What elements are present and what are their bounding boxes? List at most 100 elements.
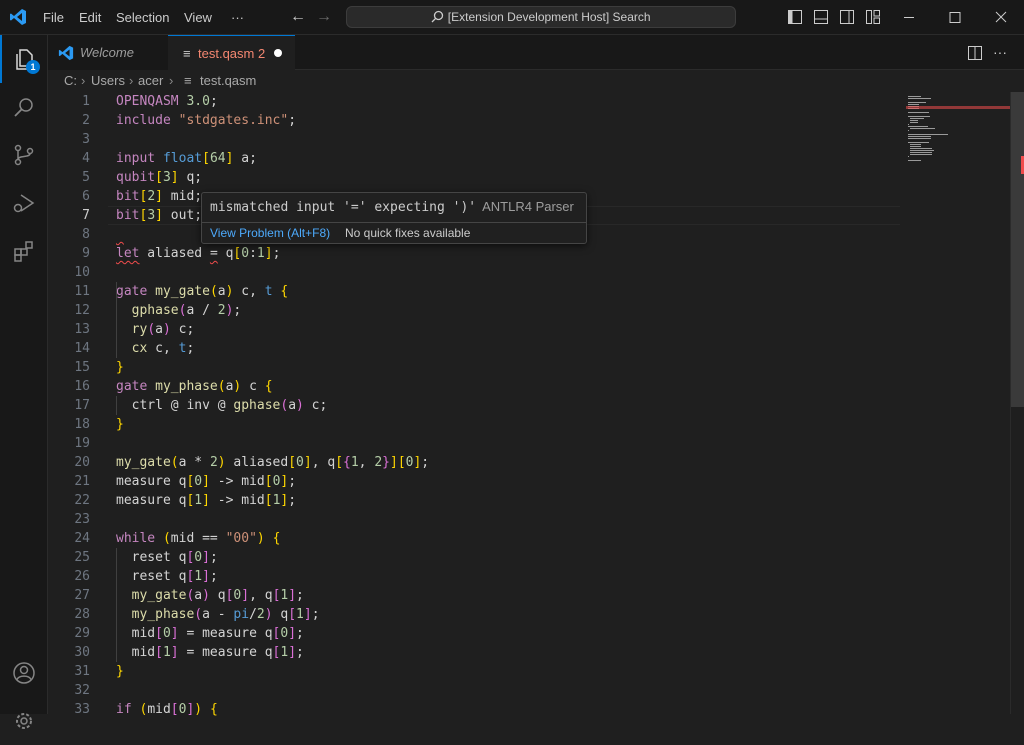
view-problem-link[interactable]: View Problem (Alt+F8) bbox=[210, 226, 330, 240]
code-line[interactable]: 22 measure q[1] -> mid[1]; bbox=[48, 491, 908, 510]
line-content: while (mid == "00") { bbox=[116, 529, 280, 548]
back-arrow-icon[interactable]: ← bbox=[290, 8, 306, 26]
toggle-secondary-sidebar-icon[interactable] bbox=[840, 10, 854, 24]
code-line[interactable]: 26 reset q[1]; bbox=[48, 567, 908, 586]
code-token: ; bbox=[209, 94, 218, 109]
command-center-search[interactable]: [Extension Development Host] Search bbox=[346, 6, 736, 28]
code-token: 2 bbox=[256, 607, 265, 622]
close-window-icon[interactable] bbox=[978, 0, 1024, 35]
hover-message: mismatched input '=' expecting ')' ANTLR4… bbox=[210, 199, 574, 215]
line-number: 16 bbox=[74, 379, 90, 394]
code-line[interactable]: 14 cx c, t; bbox=[48, 339, 908, 358]
breadcrumb-acer[interactable]: acer bbox=[138, 70, 163, 92]
code-line[interactable]: 1 OPENQASM 3.0; bbox=[48, 92, 908, 111]
minimap-line bbox=[908, 136, 931, 137]
code-line[interactable]: 15} bbox=[48, 358, 908, 377]
code-line[interactable]: 23 bbox=[48, 510, 908, 529]
menu-file[interactable]: File bbox=[43, 0, 64, 35]
code-line[interactable]: 21 measure q[0] -> mid[0]; bbox=[48, 472, 908, 491]
code-line[interactable]: 18} bbox=[48, 415, 908, 434]
code-line[interactable]: 3 bbox=[48, 130, 908, 149]
toggle-primary-sidebar-icon[interactable] bbox=[788, 10, 802, 24]
breadcrumb-drive[interactable]: C: bbox=[64, 70, 77, 92]
run-debug-view[interactable] bbox=[0, 179, 48, 227]
code-token: 3 bbox=[162, 170, 171, 185]
code-token: ] bbox=[202, 493, 210, 508]
more-actions-icon[interactable]: ··· bbox=[993, 35, 1007, 70]
code-line[interactable]: 2 include "stdgates.inc"; bbox=[48, 111, 908, 130]
breadcrumb-file[interactable]: test.qasm bbox=[200, 70, 256, 92]
minimap-line bbox=[908, 104, 919, 105]
forward-arrow-icon[interactable]: → bbox=[316, 8, 332, 26]
maximize-icon[interactable] bbox=[932, 0, 978, 35]
extensions-view[interactable] bbox=[0, 227, 48, 275]
menu-selection[interactable]: Selection bbox=[116, 0, 169, 35]
code-line[interactable]: 25 reset q[0]; bbox=[48, 548, 908, 567]
customize-layout-icon[interactable] bbox=[866, 10, 880, 24]
source-control-view[interactable] bbox=[0, 131, 48, 179]
line-content: my_gate(a * 2) aliased[0], q[{1, 2}][0]; bbox=[116, 453, 429, 472]
menu-edit[interactable]: Edit bbox=[79, 0, 101, 35]
code-line[interactable]: 9 let aliased = q[0:1]; bbox=[48, 244, 908, 263]
code-token: my_phase bbox=[155, 379, 218, 394]
line-number: 28 bbox=[74, 607, 90, 622]
code-line[interactable]: 12 gphase(a / 2); bbox=[48, 301, 908, 320]
code-line[interactable]: 29 mid[0] = measure q[0]; bbox=[48, 624, 908, 643]
code-token: ] bbox=[155, 189, 163, 204]
explorer-view[interactable]: 1 bbox=[0, 35, 48, 83]
menu-view[interactable]: View bbox=[184, 0, 212, 35]
tab-test-qasm[interactable]: ≡ test.qasm 2 bbox=[168, 35, 295, 71]
minimap[interactable] bbox=[906, 92, 1010, 714]
line-number: 1 bbox=[82, 94, 90, 109]
code-line[interactable]: 17 ctrl @ inv @ gphase(a) c; bbox=[48, 396, 908, 415]
code-editor[interactable]: 1 OPENQASM 3.0; 2 include "stdgates.inc"; 3 4… bbox=[48, 92, 1024, 717]
tab-welcome[interactable]: Welcome bbox=[48, 35, 169, 70]
code-line[interactable]: 33 if (mid[0]) { bbox=[48, 700, 908, 719]
unsaved-dot-icon[interactable] bbox=[274, 49, 282, 57]
code-token: gphase bbox=[131, 303, 179, 318]
tab-bar: Welcome ≡ test.qasm 2 ··· bbox=[48, 35, 1024, 71]
scrollbar-thumb[interactable] bbox=[1011, 92, 1024, 407]
code-line[interactable]: 19 bbox=[48, 434, 908, 453]
code-line[interactable]: 20 my_gate(a * 2) aliased[0], q[{1, 2}][0… bbox=[48, 453, 908, 472]
code-token: 0 bbox=[194, 474, 203, 489]
code-token: ] bbox=[288, 645, 297, 660]
code-token: c, bbox=[147, 341, 179, 356]
code-token: ] bbox=[389, 455, 398, 470]
code-line[interactable]: 4 input float[64] a; bbox=[48, 149, 908, 168]
code-line[interactable]: 10 bbox=[48, 263, 908, 282]
code-token: ) bbox=[194, 702, 203, 717]
minimap-line bbox=[908, 102, 926, 103]
accounts-view[interactable] bbox=[0, 649, 48, 697]
code-line[interactable]: 13 ry(a) c; bbox=[48, 320, 908, 339]
menu-more[interactable]: ··· bbox=[231, 0, 244, 35]
minimize-icon[interactable] bbox=[886, 0, 932, 35]
breadcrumb-users[interactable]: Users bbox=[91, 70, 125, 92]
code-line[interactable]: 11 gate my_gate(a) c, t { bbox=[48, 282, 908, 301]
toggle-panel-icon[interactable] bbox=[814, 10, 828, 24]
error-squiggle[interactable]: = bbox=[210, 246, 218, 261]
split-editor-icon[interactable] bbox=[968, 46, 982, 60]
code-token: ] bbox=[202, 474, 210, 489]
line-content: measure q[1] -> mid[1]; bbox=[116, 491, 296, 510]
code-token: [ bbox=[264, 474, 273, 489]
manage-view[interactable] bbox=[0, 697, 48, 745]
code-line[interactable]: 30 mid[1] = measure q[1]; bbox=[48, 643, 908, 662]
code-line[interactable]: 27 my_gate(a) q[0], q[1]; bbox=[48, 586, 908, 605]
code-token: a bbox=[288, 398, 297, 413]
code-line[interactable]: 31} bbox=[48, 662, 908, 681]
code-token: ] bbox=[264, 246, 273, 261]
code-line[interactable]: 24 while (mid == "00") { bbox=[48, 529, 908, 548]
code-token: [ bbox=[170, 702, 179, 717]
search-view[interactable] bbox=[0, 83, 48, 131]
code-line[interactable]: 16 gate my_phase(a) c { bbox=[48, 377, 908, 396]
code-line[interactable]: 28 my_phase(a - pi/2) q[1]; bbox=[48, 605, 908, 624]
code-line[interactable]: 5 qubit[3] q; bbox=[48, 168, 908, 187]
code-line[interactable]: 32 bbox=[48, 681, 908, 700]
code-token: "stdgates.inc" bbox=[178, 113, 289, 128]
error-squiggle[interactable] bbox=[116, 227, 124, 242]
code-token: 2 bbox=[209, 455, 218, 470]
line-number: 12 bbox=[74, 303, 90, 318]
code-token: 2 bbox=[374, 455, 383, 470]
vertical-scrollbar[interactable] bbox=[1010, 92, 1024, 714]
